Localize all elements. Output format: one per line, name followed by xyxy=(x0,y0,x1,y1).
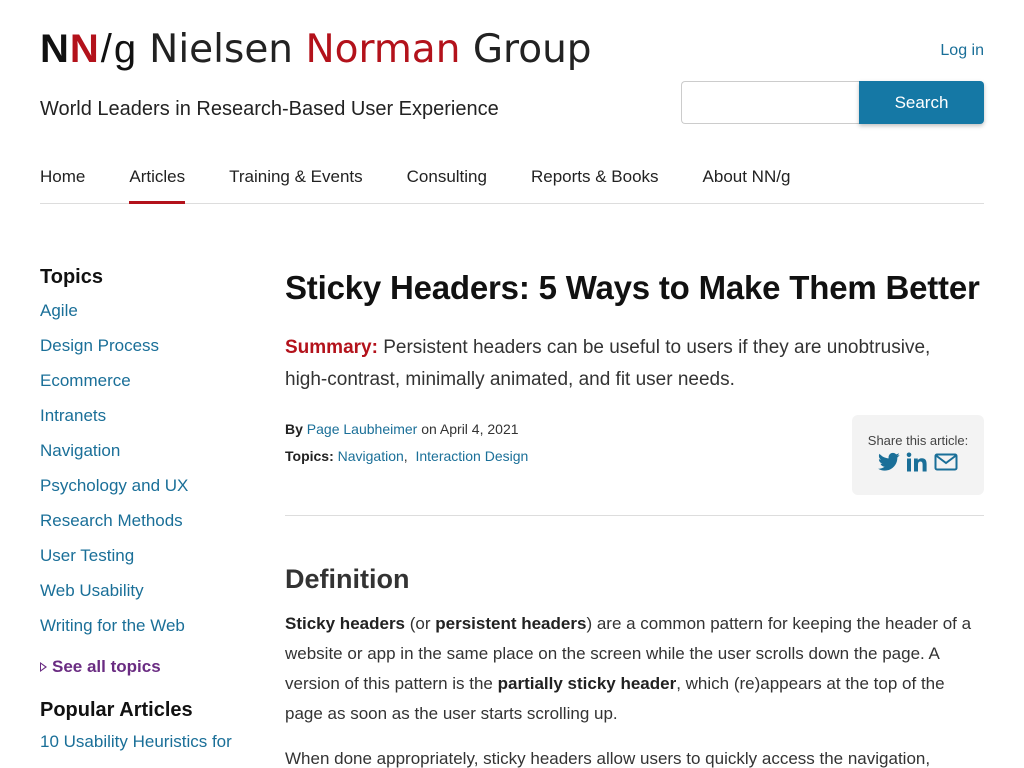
sidebar: Topics Agile Design Process Ecommerce In… xyxy=(40,266,260,765)
popular-articles-heading: Popular Articles xyxy=(40,699,193,721)
topics-label: Topics: xyxy=(285,448,334,464)
nav-item-reports-books[interactable]: Reports & Books xyxy=(531,158,659,204)
topic-link-user-testing[interactable]: User Testing xyxy=(40,544,260,579)
nav-item-home[interactable]: Home xyxy=(40,158,85,204)
article-meta: By Page Laubheimer on April 4, 2021 Topi… xyxy=(285,415,984,516)
article: Sticky Headers: 5 Ways to Make Them Bett… xyxy=(285,266,984,768)
nav-item-about[interactable]: About NN/g xyxy=(703,158,791,204)
section-heading-definition: Definition xyxy=(285,564,410,594)
topic-link-writing-web[interactable]: Writing for the Web xyxy=(40,614,260,649)
logo-n1: N xyxy=(40,26,70,71)
article-title: Sticky Headers: 5 Ways to Make Them Bett… xyxy=(285,269,980,306)
topic-tag-interaction-design[interactable]: Interaction Design xyxy=(415,448,528,464)
email-icon[interactable] xyxy=(934,452,958,472)
see-all-topics-label: See all topics xyxy=(52,656,161,676)
logo-g: g xyxy=(113,26,138,71)
term-partially-sticky-header: partially sticky header xyxy=(497,674,677,693)
share-icons xyxy=(852,452,984,472)
definition-paragraph: Sticky headers (or persistent headers) a… xyxy=(285,609,984,729)
login-link[interactable]: Log in xyxy=(940,42,984,60)
logo-text-norman: Norman xyxy=(305,26,461,72)
body-paragraph-2: When done appropriately, sticky headers … xyxy=(285,749,931,768)
topic-link-ecommerce[interactable]: Ecommerce xyxy=(40,369,260,404)
author-link[interactable]: Page Laubheimer xyxy=(307,421,418,437)
article-summary: Summary: Persistent headers can be usefu… xyxy=(285,332,965,396)
nng-logo-mark: N N / g xyxy=(40,27,137,72)
logo-text-nielsen: Nielsen xyxy=(149,26,306,72)
summary-label: Summary: xyxy=(285,337,378,358)
topic-link-navigation[interactable]: Navigation xyxy=(40,439,260,474)
publish-date: on April 4, 2021 xyxy=(421,421,519,437)
topic-separator: , xyxy=(403,448,408,464)
topic-link-research-methods[interactable]: Research Methods xyxy=(40,509,260,544)
topics-heading: Topics xyxy=(40,266,103,288)
see-all-topics-link[interactable]: See all topics xyxy=(40,649,260,684)
nav-item-training-events[interactable]: Training & Events xyxy=(229,158,363,204)
nav-item-articles[interactable]: Articles xyxy=(129,158,185,204)
topic-link-agile[interactable]: Agile xyxy=(40,299,260,334)
share-box: Share this article: xyxy=(852,415,984,495)
search-form: Search xyxy=(681,81,984,124)
term-sticky-headers: Sticky headers xyxy=(285,614,406,633)
popular-article-link[interactable]: 10 Usability Heuristics for xyxy=(40,730,260,765)
logo-wordmark: Nielsen Norman Group xyxy=(149,27,591,72)
site-tagline: World Leaders in Research-Based User Exp… xyxy=(40,98,499,120)
main-nav: Home Articles Training & Events Consulti… xyxy=(40,158,984,204)
linkedin-icon[interactable] xyxy=(906,452,928,472)
topic-link-psychology-ux[interactable]: Psychology and UX xyxy=(40,474,260,509)
topic-link-intranets[interactable]: Intranets xyxy=(40,404,260,439)
logo-slash: / xyxy=(100,26,113,71)
topic-link-design-process[interactable]: Design Process xyxy=(40,334,260,369)
by-label: By xyxy=(285,421,303,437)
twitter-icon[interactable] xyxy=(878,452,900,472)
share-label: Share this article: xyxy=(867,433,969,448)
nav-item-consulting[interactable]: Consulting xyxy=(407,158,487,204)
summary-text: Persistent headers can be useful to user… xyxy=(285,337,931,390)
term-persistent-headers: persistent headers xyxy=(435,614,587,633)
topic-tag-navigation[interactable]: Navigation xyxy=(338,448,404,464)
logo-n2: N xyxy=(69,26,100,71)
search-button[interactable]: Search xyxy=(859,81,984,124)
topic-link-web-usability[interactable]: Web Usability xyxy=(40,579,260,614)
para1-text1: (or xyxy=(405,614,436,633)
site-logo[interactable]: N N / g Nielsen Norman Group xyxy=(40,24,592,74)
triangle-right-icon xyxy=(40,661,47,672)
search-input[interactable] xyxy=(681,81,859,124)
logo-text-group: Group xyxy=(460,26,592,72)
